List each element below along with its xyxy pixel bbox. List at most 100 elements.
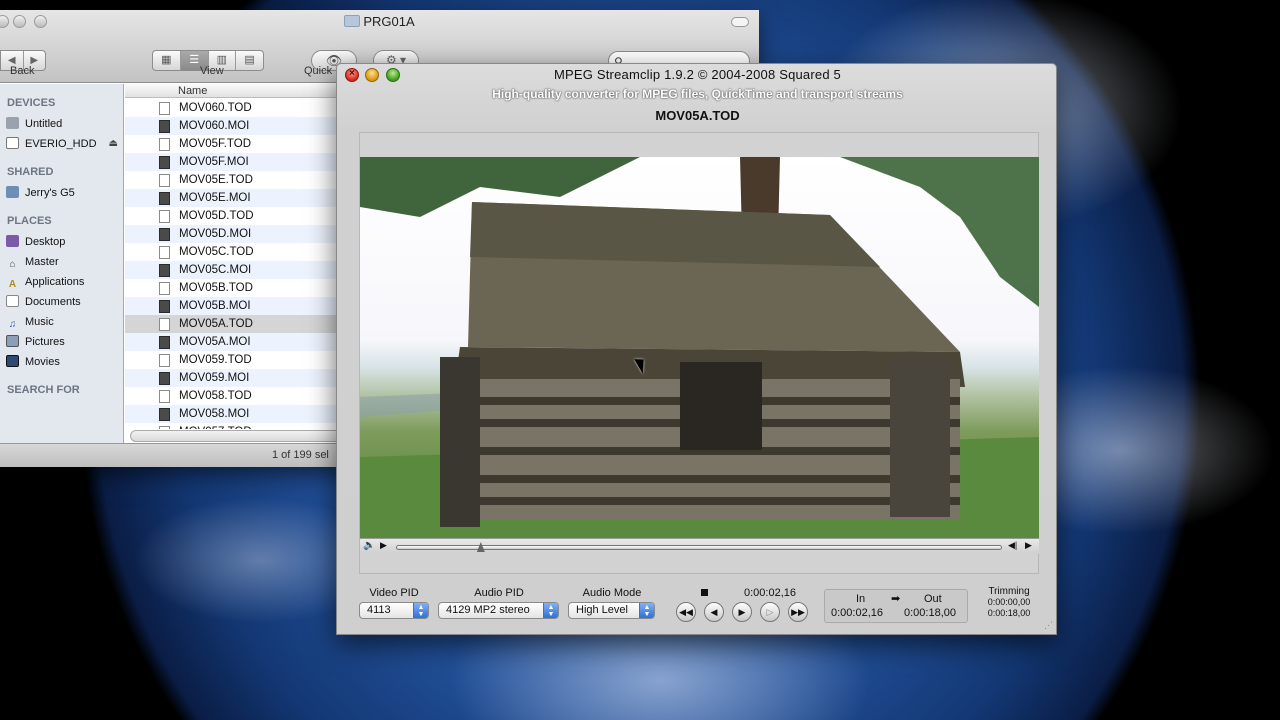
places-header: PLACES: [7, 215, 52, 227]
current-filename: MOV05A.TOD: [655, 108, 740, 123]
rewind-button[interactable]: ◀◀: [676, 602, 696, 622]
external-drive-icon: [6, 137, 19, 149]
in-out-box: In ➡ Out 0:00:02,16 0:00:18,00: [824, 589, 968, 623]
icon-view-icon[interactable]: ▦: [153, 51, 180, 70]
file-name: MOV05B.TOD: [179, 282, 253, 294]
moi-file-icon: [159, 336, 170, 349]
file-name: MOV05F.TOD: [179, 138, 251, 150]
out-label: Out: [924, 593, 942, 605]
hard-drive-icon: [6, 117, 19, 129]
sidebar-item-master[interactable]: ⌂ Master: [6, 253, 124, 271]
documents-icon: [6, 295, 19, 307]
audio-mode-label: Audio Mode: [582, 587, 642, 599]
video-timeline: 🔈 ▶ ◀| ▶: [360, 538, 1039, 554]
moi-file-icon: [159, 372, 170, 385]
video-pid-select[interactable]: 4113 ▲ ▼: [359, 602, 429, 619]
folder-icon: [344, 15, 361, 27]
sidebar-item-movies[interactable]: Movies: [6, 353, 124, 371]
file-name: MOV05E.TOD: [179, 174, 253, 186]
document-icon: [159, 426, 170, 429]
desktop-icon: [6, 235, 19, 247]
document-icon: [159, 138, 170, 151]
sidebar-item-music[interactable]: ♫ Music: [6, 313, 124, 331]
resize-grip-icon[interactable]: ⋰: [1044, 620, 1053, 631]
out-time: 0:00:18,00: [904, 607, 956, 619]
document-icon: [159, 282, 170, 295]
step-back-button[interactable]: ◀: [704, 602, 724, 622]
toolbar-toggle-button[interactable]: [731, 17, 749, 27]
pictures-icon: [6, 335, 19, 347]
in-time: 0:00:02,16: [831, 607, 883, 619]
video-frame[interactable]: [360, 157, 1039, 538]
file-name: MOV060.TOD: [179, 102, 252, 114]
file-name: MOV05D.MOI: [179, 228, 252, 240]
moi-file-icon: [159, 192, 170, 205]
in-label: In: [856, 593, 866, 605]
fast-forward-icon: ▶▶: [791, 607, 805, 617]
audio-mode-select[interactable]: High Level ▲ ▼: [568, 602, 655, 619]
network-computer-icon: [6, 186, 19, 198]
moi-file-icon: [159, 264, 170, 277]
file-name: MOV05A.MOI: [179, 336, 251, 348]
step-back-icon[interactable]: ◀|: [1008, 540, 1017, 551]
trimming-start: 0:00:00,00: [987, 597, 1031, 607]
file-name: MOV060.MOI: [179, 120, 250, 132]
trimming-label: Trimming: [988, 586, 1030, 597]
back-label: Back: [10, 65, 35, 77]
file-name: MOV05E.MOI: [179, 192, 251, 204]
window-subtitle: High-quality converter for MPEG files, Q…: [492, 87, 903, 101]
moi-file-icon: [159, 228, 170, 241]
document-icon: [159, 102, 170, 115]
document-icon: [159, 246, 170, 259]
sidebar-item-pictures[interactable]: Pictures: [6, 333, 124, 351]
play-small-icon[interactable]: ▶: [380, 540, 387, 551]
document-icon: [159, 174, 170, 187]
timeline-track[interactable]: [396, 545, 1002, 550]
play-selection-button[interactable]: ▷: [760, 602, 780, 622]
moi-file-icon: [159, 120, 170, 133]
rewind-icon: ◀◀: [679, 607, 693, 617]
speaker-icon[interactable]: 🔈: [363, 540, 375, 551]
trimming-end: 0:00:18,00: [987, 608, 1031, 618]
step-forward-icon[interactable]: ▶: [1025, 540, 1032, 551]
audio-pid-select[interactable]: 4129 MP2 stereo ▲ ▼: [438, 602, 559, 619]
stop-icon[interactable]: [701, 589, 708, 596]
document-icon: [159, 210, 170, 223]
sidebar-item-documents[interactable]: Documents: [6, 293, 124, 311]
arrow-right-icon: ➡: [891, 593, 901, 605]
current-time: 0:00:02,16: [744, 587, 796, 599]
file-name: MOV05C.TOD: [179, 246, 254, 258]
eject-icon[interactable]: ⏏: [109, 135, 118, 153]
music-icon: ♫: [8, 319, 17, 330]
file-name: MOV059.TOD: [179, 354, 252, 366]
play-outline-icon: ▷: [766, 607, 774, 617]
sidebar-item-untitled[interactable]: Untitled: [6, 115, 124, 133]
video-pid-label: Video PID: [369, 587, 419, 599]
player-panel: 🔈 ▶ ◀| ▶: [359, 132, 1039, 574]
search-for-header: SEARCH FOR: [7, 384, 80, 396]
sidebar-item-everio[interactable]: EVERIO_HDD ⏏: [6, 135, 124, 153]
streamclip-window: × MPEG Streamclip 1.9.2 © 2004-2008 Squa…: [336, 63, 1057, 635]
audio-pid-label: Audio PID: [474, 587, 524, 599]
file-name: MOV058.TOD: [179, 390, 252, 402]
play-button[interactable]: ▶: [732, 602, 752, 622]
shared-header: SHARED: [7, 166, 54, 178]
sidebar-item-desktop[interactable]: Desktop: [6, 233, 124, 251]
fast-forward-button[interactable]: ▶▶: [788, 602, 808, 622]
devices-header: DEVICES: [7, 97, 56, 109]
log-cabin-video-image: [360, 157, 1039, 538]
moi-file-icon: [159, 408, 170, 421]
trimming-info: Trimming 0:00:00,00 0:00:18,00: [983, 586, 1035, 619]
file-name: MOV058.MOI: [179, 408, 250, 420]
popup-arrows-icon: ▲ ▼: [413, 603, 428, 618]
coverflow-view-icon[interactable]: ▤: [235, 51, 263, 70]
sidebar-item-jerrys-g5[interactable]: Jerry's G5: [6, 184, 124, 202]
popup-arrows-icon: ▲ ▼: [543, 603, 558, 618]
home-icon: ⌂: [9, 259, 16, 270]
quicklook-label: Quick: [304, 65, 333, 77]
moi-file-icon: [159, 156, 170, 169]
document-icon: [159, 390, 170, 403]
step-back-icon: ◀: [710, 607, 718, 617]
file-name: MOV05F.MOI: [179, 156, 249, 168]
sidebar-item-applications[interactable]: A Applications: [6, 273, 124, 291]
